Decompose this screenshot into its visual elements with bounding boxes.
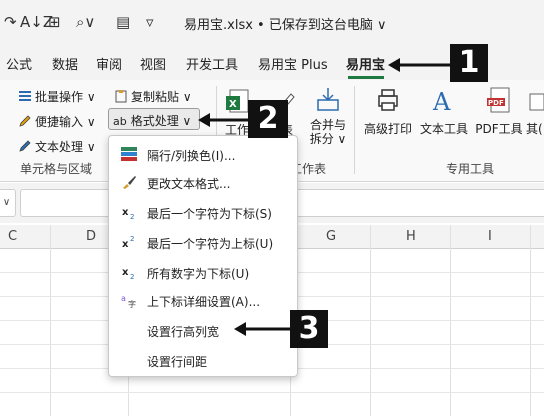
- column-header[interactable]: D: [86, 229, 96, 244]
- other-tools-button[interactable]: 其(: [526, 86, 544, 137]
- svg-text:2: 2: [130, 235, 134, 243]
- superscript-icon: x2: [122, 235, 134, 250]
- calculator-icon[interactable]: ▤: [116, 13, 130, 31]
- subscript-icon: x2: [122, 267, 134, 280]
- merge-split-button[interactable]: 合并与 拆分 ∨: [306, 86, 350, 146]
- tab-review[interactable]: 审阅: [96, 54, 122, 73]
- batch-operations-label: 批量操作 ∨: [35, 90, 96, 104]
- merge-split-label-2: 拆分 ∨: [309, 132, 347, 146]
- format-processing-label: 格式处理 ∨: [130, 114, 192, 128]
- callout-badge-2: 2: [248, 100, 288, 138]
- tab-yiyongbao[interactable]: 易用宝: [346, 54, 385, 73]
- tab-yiyongbao-plus[interactable]: 易用宝 Plus: [258, 54, 328, 73]
- pdf-tools-button[interactable]: PDF PDF工具: [474, 86, 524, 137]
- borders-icon[interactable]: ⊞: [48, 13, 61, 31]
- color-stripes-icon: [121, 147, 137, 161]
- other-tools-label: 其(: [526, 122, 543, 136]
- subscript-icon: x2: [122, 207, 134, 220]
- menu-item-sub-super-settings[interactable]: a字 上下标详细设置(A)...: [109, 286, 297, 314]
- menu-item-label: 最后一个字符为上标(U): [147, 237, 274, 251]
- text-tools-label: 文本工具: [419, 122, 468, 136]
- menu-item-last-char-subscript[interactable]: x2 最后一个字符为下标(S): [109, 198, 297, 226]
- pdf-icon: PDF: [487, 87, 510, 113]
- active-tab-indicator: [348, 76, 384, 79]
- quick-input-label: 便捷输入 ∨: [35, 115, 96, 129]
- text-processing-button[interactable]: 文本处理 ∨: [18, 138, 96, 155]
- callout-badge-1: 1: [450, 44, 488, 82]
- column-header[interactable]: H: [406, 229, 416, 244]
- copy-paste-button[interactable]: 复制粘贴 ∨: [114, 88, 192, 105]
- quick-input-button[interactable]: 便捷输入 ∨: [18, 113, 96, 130]
- tab-data[interactable]: 数据: [52, 54, 78, 73]
- callout-arrow-3: [234, 322, 294, 336]
- paintbrush-icon: [123, 176, 136, 189]
- title-bar: ↷ A↓Z ⊞ ⌕∨ ▤ ▿ 易用宝.xlsx • 已保存到这台电脑 ∨: [0, 0, 544, 44]
- advanced-print-label: 高级打印: [363, 122, 412, 136]
- menu-item-change-text-format[interactable]: 更改文本格式...: [109, 168, 297, 196]
- svg-text:A: A: [432, 88, 451, 114]
- menu-item-label: 隔行/列换色(I)...: [147, 149, 236, 163]
- callout-arrow-2: [198, 113, 256, 127]
- svg-text:x: x: [122, 207, 129, 218]
- tab-formulas[interactable]: 公式: [6, 54, 32, 73]
- text-tools-button[interactable]: A 文本工具: [418, 86, 470, 137]
- grid-line: [0, 392, 544, 393]
- merge-split-label: 合并与: [309, 118, 346, 132]
- callout-arrow-1: [388, 58, 456, 72]
- text-edit-icon: [19, 140, 31, 152]
- group-label-cells: 单元格与区域: [20, 162, 93, 176]
- menu-item-alternate-row-color[interactable]: 隔行/列换色(I)...: [109, 140, 297, 168]
- column-header[interactable]: I: [488, 229, 492, 244]
- group-label-special-tools: 专用工具: [446, 162, 495, 176]
- menu-item-all-digits-subscript[interactable]: x2 所有数字为下标(U): [109, 258, 297, 286]
- ab-format-icon: ab: [113, 115, 127, 128]
- pdf-tools-label: PDF工具: [475, 122, 523, 136]
- text-tools-icon: A: [432, 88, 451, 116]
- column-header[interactable]: C: [8, 229, 17, 244]
- other-tools-icon: [529, 93, 544, 111]
- sub-super-settings-icon: a字: [121, 294, 136, 308]
- menu-item-label: 设置行高列宽: [147, 325, 220, 339]
- merge-split-icon: [317, 88, 339, 111]
- svg-text:2: 2: [130, 213, 134, 220]
- menu-item-row-spacing[interactable]: 设置行间距: [109, 346, 297, 374]
- menu-item-label: 最后一个字符为下标(S): [147, 207, 272, 221]
- tab-view[interactable]: 视图: [140, 54, 166, 73]
- menu-item-label: 设置行间距: [147, 355, 208, 369]
- menu-item-label: 更改文本格式...: [147, 177, 231, 191]
- batch-operations-button[interactable]: 批量操作 ∨: [18, 88, 96, 105]
- pencil-icon: [19, 115, 31, 127]
- svg-text:X: X: [229, 99, 237, 110]
- svg-text:字: 字: [128, 299, 136, 308]
- format-processing-content: ab 格式处理 ∨: [113, 112, 191, 129]
- search-icon[interactable]: ⌕∨: [76, 13, 95, 31]
- svg-text:a: a: [121, 294, 126, 303]
- column-header[interactable]: G: [326, 229, 336, 244]
- customize-quick-access-icon[interactable]: ▿: [146, 13, 154, 31]
- tab-developer[interactable]: 开发工具: [186, 54, 238, 73]
- batch-icon: [19, 91, 31, 101]
- svg-text:x: x: [122, 239, 129, 250]
- group-divider: [354, 86, 355, 174]
- callout-badge-3: 3: [290, 310, 328, 348]
- svg-text:x: x: [122, 267, 129, 278]
- printer-icon: [378, 89, 398, 111]
- document-title[interactable]: 易用宝.xlsx • 已保存到这台电脑 ∨: [184, 14, 386, 33]
- advanced-print-button[interactable]: 高级打印: [362, 86, 414, 137]
- svg-text:2: 2: [130, 273, 134, 280]
- menu-item-last-char-superscript[interactable]: x2 最后一个字符为上标(U): [109, 228, 297, 256]
- redo-icon[interactable]: ↷: [4, 13, 17, 31]
- svg-text:PDF: PDF: [488, 99, 504, 107]
- clipboard-icon: [115, 90, 127, 103]
- name-box-dropdown[interactable]: ∨: [0, 189, 16, 217]
- format-processing-menu: 隔行/列换色(I)... 更改文本格式... x2 最后一个字符为下标(S) x…: [108, 135, 298, 377]
- menu-item-label: 上下标详细设置(A)...: [147, 295, 261, 309]
- text-processing-label: 文本处理 ∨: [35, 140, 96, 154]
- menu-item-label: 所有数字为下标(U): [147, 267, 250, 281]
- copy-paste-label: 复制粘贴 ∨: [131, 90, 192, 104]
